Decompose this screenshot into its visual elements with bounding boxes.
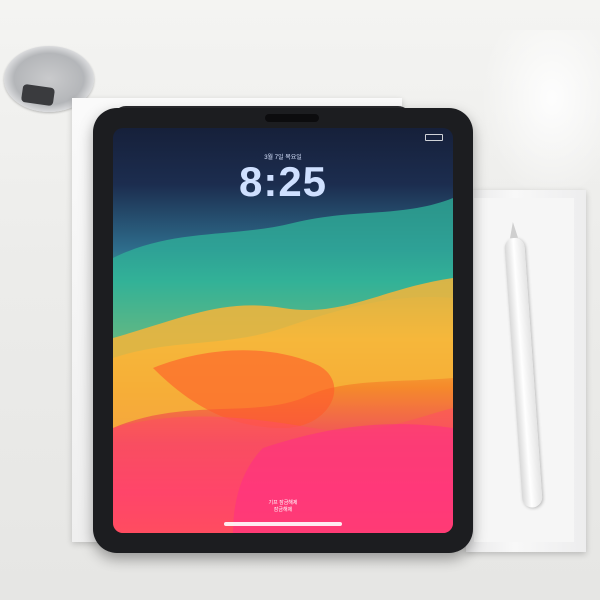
desk-glare: [480, 30, 600, 200]
grommet-slot: [20, 83, 56, 107]
unlock-hint-line1: 기프 잠금해제: [268, 500, 298, 506]
unlock-hint: 기프 잠금해제 잠금해제: [113, 500, 453, 514]
front-camera: [265, 114, 319, 122]
home-indicator[interactable]: [224, 522, 342, 526]
battery-icon: [425, 134, 443, 141]
pencil-tip: [508, 221, 518, 239]
unlock-hint-line2: 잠금해제: [273, 507, 293, 513]
pencil-box-insert: [474, 198, 574, 542]
stylus-pencil: [504, 221, 543, 509]
lock-screen[interactable]: 3월 7일 목요일 8:25 기프 잠금해제 잠금해제: [113, 128, 453, 533]
pencil-box: [466, 190, 586, 552]
photo-scene: 3월 7일 목요일 8:25 기프 잠금해제 잠금해제: [0, 0, 600, 600]
lock-time: 8:25: [238, 158, 328, 205]
tablet-device: 3월 7일 목요일 8:25 기프 잠금해제 잠금해제: [93, 108, 473, 553]
